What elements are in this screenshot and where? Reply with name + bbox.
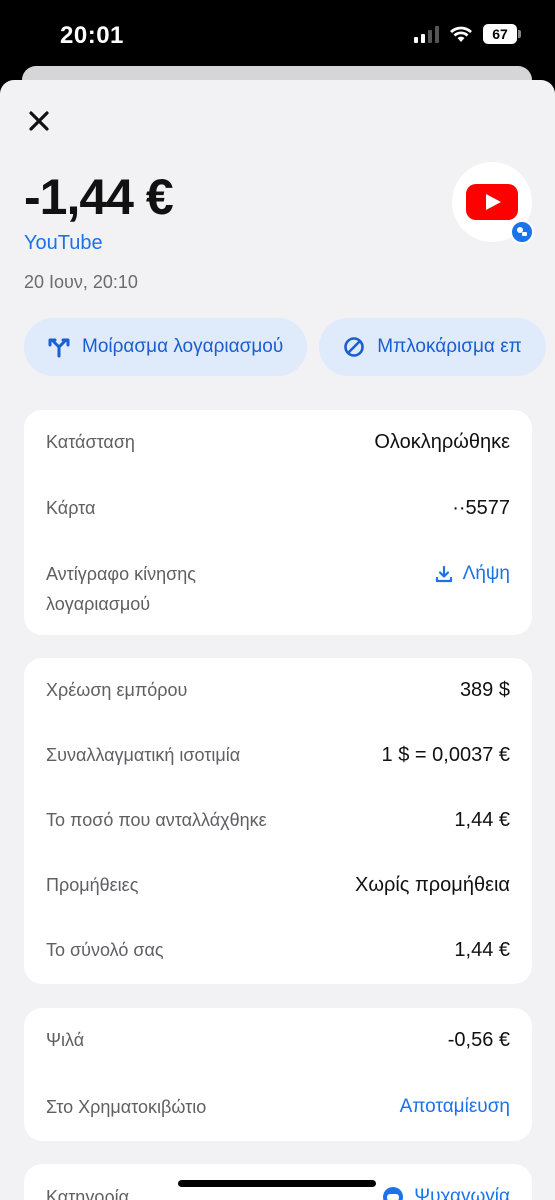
card-value: ··5577 xyxy=(452,497,510,519)
fees-row: Προμήθειες Χωρίς προμήθεια xyxy=(46,870,510,900)
split-bill-button[interactable]: Μοίρασμα λογαριασμού xyxy=(24,318,308,376)
statement-label: Αντίγραφο κίνησης λογαριασμού xyxy=(46,564,196,614)
category-label: Κατηγορία xyxy=(46,1187,129,1200)
merchant-charge-label: Χρέωση εμπόρου xyxy=(46,680,188,700)
download-icon xyxy=(435,565,452,583)
download-statement-button[interactable]: Λήψη xyxy=(435,559,510,589)
merchant-logo[interactable] xyxy=(452,162,534,244)
rate-row: Συναλλαγματική ισοτιμία 1 $ = 0,0037 € xyxy=(46,740,510,770)
total-row: Το σύνολό σας 1,44 € xyxy=(46,935,510,965)
change-value: -0,56 € xyxy=(447,1029,510,1051)
signal-icon xyxy=(414,25,439,43)
vault-label: Στο Χρηματοκιβώτιο xyxy=(46,1097,207,1117)
roundup-card: Ψιλά -0,56 € Στο Χρηματοκιβώτιο Αποταμίε… xyxy=(24,1008,532,1141)
split-bill-label: Μοίρασμα λογαριασμού xyxy=(82,336,284,357)
exchanged-label: Το ποσό που ανταλλάχθηκε xyxy=(46,810,267,830)
card-label: Κάρτα xyxy=(46,498,96,518)
battery-icon: 67 xyxy=(483,24,521,44)
fees-value: Χωρίς προμήθεια xyxy=(355,874,510,896)
transaction-date: 20 Ιουν, 20:10 xyxy=(24,272,138,292)
details-card: Κατάσταση Ολοκληρώθηκε Κάρτα ··5577 Αντί… xyxy=(24,410,532,635)
home-indicator xyxy=(178,1180,376,1187)
status-value: Ολοκληρώθηκε xyxy=(374,431,510,453)
download-label: Λήψη xyxy=(462,563,510,584)
status-label: Κατάσταση xyxy=(46,432,135,452)
fees-label: Προμήθειες xyxy=(46,875,139,895)
rate-label: Συναλλαγματική ισοτιμία xyxy=(46,745,241,765)
vault-row: Στο Χρηματοκιβώτιο Αποταμίευση xyxy=(46,1092,510,1122)
total-value: 1,44 € xyxy=(454,939,510,961)
block-merchant-label: Μπλοκάρισμα επ xyxy=(377,336,522,357)
status-icons: 67 xyxy=(414,24,521,44)
change-row: Ψιλά -0,56 € xyxy=(46,1025,510,1055)
rate-value: 1 $ = 0,0037 € xyxy=(381,744,510,766)
action-chips: Μοίρασμα λογαριασμού Μπλοκάρισμα επ xyxy=(24,318,546,376)
save-to-vault-button[interactable]: Αποταμίευση xyxy=(400,1092,510,1122)
transaction-sheet: -1,44 € YouTube 20 Ιουν, 20:10 Μοίρασμα … xyxy=(0,80,555,1200)
block-merchant-button[interactable]: Μπλοκάρισμα επ xyxy=(319,318,546,376)
change-label: Ψιλά xyxy=(46,1030,85,1050)
status-bar: 20:01 67 xyxy=(0,0,555,70)
gamepad-icon xyxy=(383,1187,404,1200)
exchanged-value: 1,44 € xyxy=(454,809,510,831)
split-icon xyxy=(48,338,70,358)
transaction-amount: -1,44 € xyxy=(24,169,174,225)
exchanged-row: Το ποσό που ανταλλάχθηκε 1,44 € xyxy=(46,805,510,835)
subscription-badge-icon xyxy=(510,220,534,244)
wifi-icon xyxy=(450,26,472,42)
exchange-card: Χρέωση εμπόρου 389 $ Συναλλαγματική ισοτ… xyxy=(24,658,532,984)
status-row: Κατάσταση Ολοκληρώθηκε xyxy=(46,427,510,457)
youtube-logo-icon xyxy=(466,184,518,220)
category-value-label: Ψυχαγωγία xyxy=(414,1186,510,1200)
category-value[interactable]: Ψυχαγωγία xyxy=(382,1182,510,1200)
block-icon xyxy=(344,337,365,357)
statement-row: Αντίγραφο κίνησης λογαριασμού Λήψη xyxy=(46,559,510,619)
total-label: Το σύνολό σας xyxy=(46,940,164,960)
close-button[interactable] xyxy=(24,106,54,136)
close-icon xyxy=(29,111,49,131)
merchant-charge-row: Χρέωση εμπόρου 389 $ xyxy=(46,675,510,705)
card-row: Κάρτα ··5577 xyxy=(46,493,510,523)
merchant-link[interactable]: YouTube xyxy=(24,232,103,255)
merchant-charge-value: 389 $ xyxy=(459,679,510,701)
status-time: 20:01 xyxy=(60,22,124,49)
